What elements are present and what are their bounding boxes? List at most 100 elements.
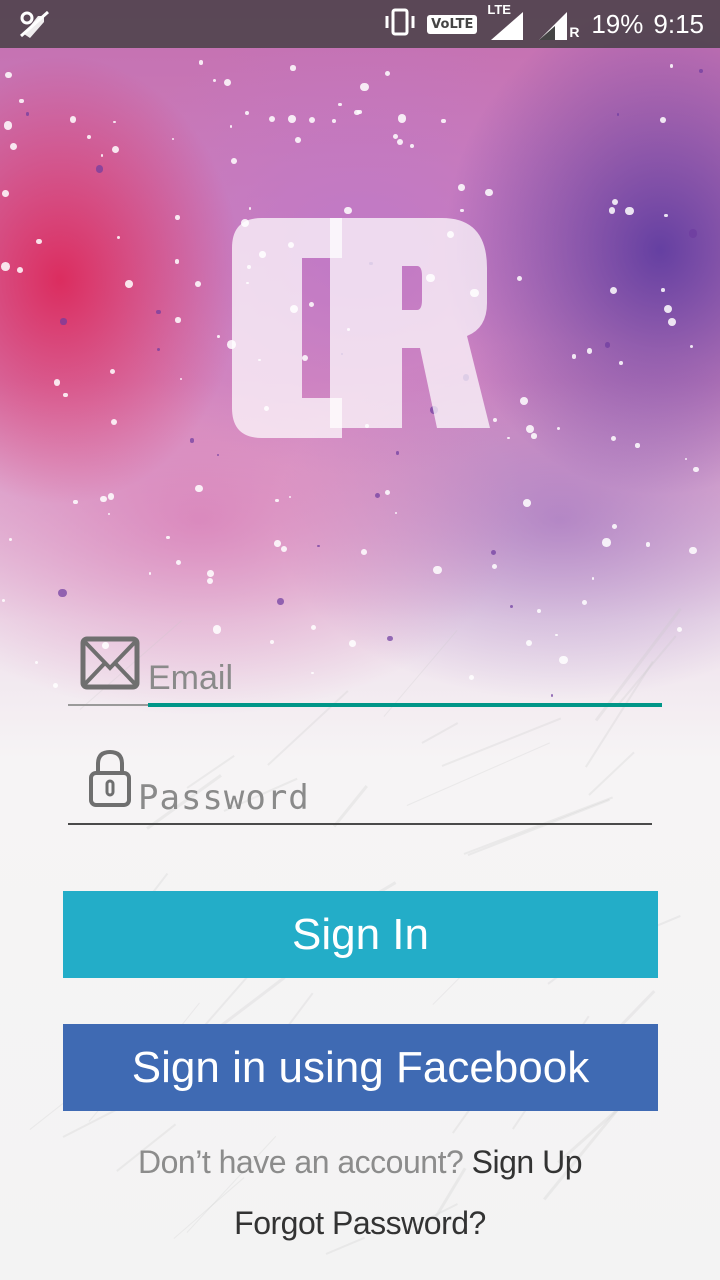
paint-speckle bbox=[109, 369, 115, 375]
paint-speckle bbox=[60, 318, 67, 325]
paint-speckle bbox=[385, 489, 391, 495]
paint-speckle bbox=[108, 512, 111, 515]
paint-speckle bbox=[661, 288, 665, 292]
paint-speckle bbox=[100, 154, 104, 157]
paint-speckle bbox=[73, 499, 78, 505]
status-bar: VoLTE LTE R 19% 9:15 bbox=[0, 0, 720, 48]
paint-speckle bbox=[384, 70, 390, 76]
paint-speckle bbox=[485, 188, 493, 197]
paint-speckle bbox=[331, 119, 336, 124]
paint-speckle bbox=[618, 361, 623, 365]
paint-speckle bbox=[206, 578, 213, 585]
paint-speckle bbox=[492, 417, 497, 423]
paint-speckle bbox=[63, 392, 68, 398]
paint-speckle bbox=[175, 215, 180, 220]
paint-speckle bbox=[112, 145, 120, 153]
paint-speckle bbox=[156, 348, 160, 352]
paint-speckle bbox=[295, 136, 301, 143]
paint-speckle bbox=[216, 453, 219, 457]
no-account-text: Don’t have an account? bbox=[138, 1144, 464, 1180]
paint-speckle bbox=[5, 71, 12, 79]
paint-speckle bbox=[53, 379, 61, 386]
login-screen: VoLTE LTE R 19% 9:15 Email Sign In Sign … bbox=[0, 0, 720, 1280]
volte-badge: VoLTE bbox=[427, 14, 478, 34]
paint-speckle bbox=[273, 540, 281, 547]
paint-speckle bbox=[195, 280, 202, 287]
paint-speckle bbox=[26, 112, 30, 116]
paint-speckle bbox=[458, 184, 465, 191]
paint-speckle bbox=[175, 317, 181, 323]
paint-speckle bbox=[171, 138, 174, 141]
paint-speckle bbox=[19, 98, 24, 104]
paint-speckle bbox=[113, 120, 116, 124]
paint-speckle bbox=[460, 209, 464, 213]
status-icons: VoLTE LTE R 19% 9:15 bbox=[383, 0, 704, 48]
vibrate-icon bbox=[383, 8, 417, 41]
sign-in-button[interactable]: Sign In bbox=[63, 891, 658, 978]
paint-speckle bbox=[530, 432, 537, 439]
paint-speckle bbox=[360, 82, 369, 92]
email-underline-left bbox=[68, 704, 148, 706]
paint-speckle bbox=[664, 213, 668, 218]
paint-speckle bbox=[69, 116, 76, 123]
sync-off-icon bbox=[18, 8, 52, 45]
paint-speckle bbox=[16, 267, 23, 273]
paint-speckle bbox=[441, 118, 446, 123]
paint-speckle bbox=[290, 65, 296, 71]
paint-speckle bbox=[663, 304, 672, 313]
roaming-signal-icon: R bbox=[537, 6, 581, 42]
lte-signal-icon: LTE bbox=[487, 2, 527, 42]
password-input[interactable] bbox=[138, 776, 648, 820]
signup-prompt: Don’t have an account? Sign Up bbox=[0, 1144, 720, 1181]
paint-speckle bbox=[660, 117, 666, 123]
paint-speckle bbox=[52, 682, 58, 688]
clock: 9:15 bbox=[653, 8, 704, 39]
paint-speckle bbox=[2, 598, 6, 602]
paint-speckle bbox=[433, 565, 442, 575]
paint-speckle bbox=[223, 78, 232, 86]
paint-speckle bbox=[397, 114, 407, 123]
forgot-password-link[interactable]: Forgot Password? bbox=[0, 1205, 720, 1242]
paint-speckle bbox=[525, 424, 534, 433]
paint-speckle bbox=[360, 548, 367, 555]
paint-speckle bbox=[616, 113, 620, 116]
paint-speckle bbox=[86, 135, 91, 140]
paint-speckle bbox=[344, 207, 352, 215]
envelope-icon bbox=[80, 636, 140, 697]
roaming-label: R bbox=[569, 24, 580, 40]
paint-speckle bbox=[338, 102, 342, 107]
paint-speckle bbox=[604, 342, 610, 348]
paint-speckle bbox=[394, 511, 397, 514]
paint-speckle bbox=[635, 443, 640, 448]
paint-speckle bbox=[165, 535, 170, 540]
paint-speckle bbox=[288, 115, 297, 123]
paint-speckle bbox=[396, 139, 403, 146]
paint-speckle bbox=[490, 550, 496, 556]
paint-speckle bbox=[207, 570, 214, 577]
password-underline bbox=[68, 823, 652, 825]
paint-speckle bbox=[100, 496, 107, 503]
paint-speckle bbox=[95, 165, 104, 173]
paint-speckle bbox=[288, 495, 291, 499]
paint-speckle bbox=[148, 571, 152, 575]
paint-speckle bbox=[608, 207, 616, 214]
paint-speckle bbox=[536, 609, 541, 614]
app-logo bbox=[232, 218, 492, 438]
paint-speckle bbox=[667, 318, 676, 327]
paint-speckle bbox=[509, 604, 513, 608]
password-field-row bbox=[68, 748, 652, 828]
lock-icon bbox=[88, 748, 132, 815]
paint-speckle bbox=[612, 524, 617, 529]
paint-speckle bbox=[610, 435, 616, 442]
sign-up-link[interactable]: Sign Up bbox=[472, 1144, 583, 1180]
paint-speckle bbox=[602, 538, 611, 547]
email-input[interactable] bbox=[148, 656, 658, 700]
paint-speckle bbox=[277, 598, 284, 605]
paint-speckle bbox=[1, 262, 10, 271]
email-field-row bbox=[68, 630, 662, 710]
facebook-sign-in-button[interactable]: Sign in using Facebook bbox=[63, 1024, 658, 1111]
paint-speckle bbox=[692, 466, 699, 473]
paint-speckle bbox=[571, 354, 577, 359]
paint-speckle bbox=[124, 280, 133, 289]
paint-speckle bbox=[2, 190, 9, 198]
